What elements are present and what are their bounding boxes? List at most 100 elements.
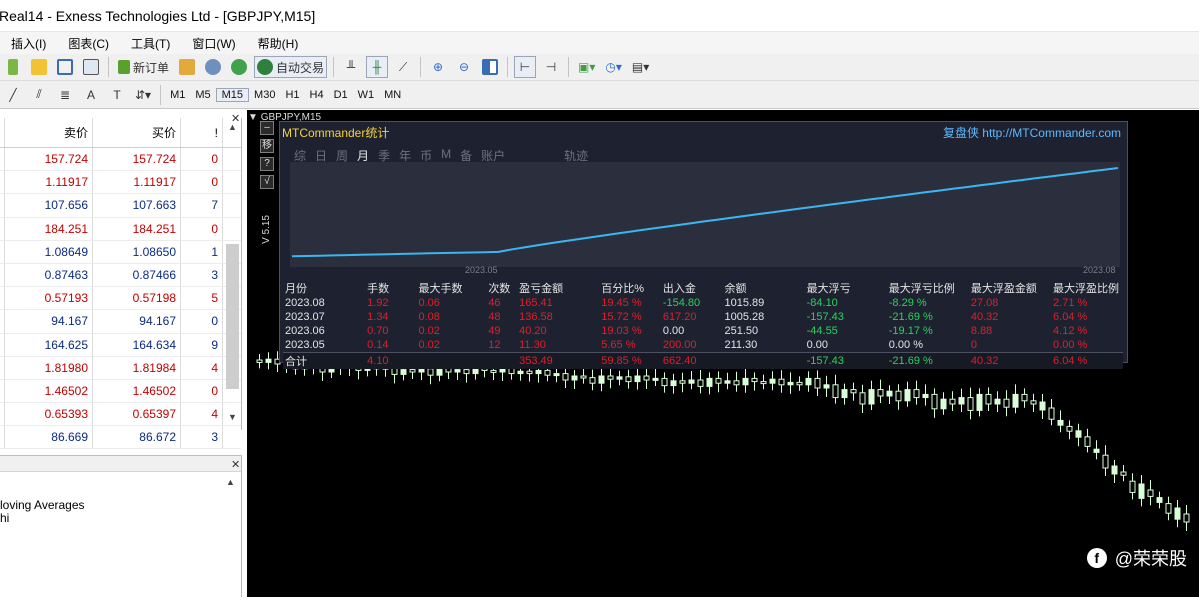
market-watch-row[interactable]: 94.167 94.167 0 — [0, 310, 241, 334]
menu-insert[interactable]: 插入(I) — [0, 35, 57, 52]
mtc-table-row: 2023.07 1.34 0.08 48 136.58 15.72 % 617.20 1005… — [283, 310, 1123, 324]
candle — [571, 370, 578, 389]
autoscroll-button[interactable]: ⊣ — [540, 56, 562, 78]
arrows-button[interactable]: ⇵▾ — [132, 84, 154, 106]
timeframe-d1[interactable]: D1 — [329, 89, 353, 101]
menu-tools[interactable]: 工具(T) — [120, 35, 181, 52]
data-window-button[interactable] — [80, 56, 102, 78]
market-watch-button[interactable] — [54, 56, 76, 78]
mtc-cell: 0.70 — [367, 325, 389, 337]
spread-cell: 5 — [181, 287, 223, 310]
bid-cell: 184.251 — [5, 217, 93, 240]
candle — [256, 354, 263, 369]
mtc-column-header: 次数 — [488, 283, 511, 295]
spread-cell: 7 — [181, 194, 223, 217]
scroll-down-icon[interactable]: ▼ — [226, 412, 239, 422]
navigator-close-icon[interactable]: ✕ — [231, 458, 240, 471]
timeframe-mn[interactable]: MN — [379, 89, 406, 101]
equidistant-channel-button[interactable]: ⫽ — [28, 84, 50, 106]
timeframe-m1[interactable]: M1 — [165, 89, 190, 101]
indicators-button[interactable]: ▣▾ — [575, 56, 598, 78]
market-watch-row[interactable]: 1.08649 1.08650 1 — [0, 240, 241, 264]
timeframe-h4[interactable]: H4 — [305, 89, 329, 101]
timeframe-m15[interactable]: M15 — [215, 87, 250, 102]
candle — [985, 387, 992, 411]
market-watch-row[interactable]: 1.81980 1.81984 4 — [0, 356, 241, 380]
candle — [706, 372, 713, 395]
templates-button[interactable]: ▤▾ — [629, 56, 652, 78]
market-watch-row[interactable]: 184.251 184.251 0 — [0, 217, 241, 241]
candlestick-button[interactable]: ╫ — [366, 56, 389, 78]
line-chart-button[interactable]: ⟋ — [392, 56, 414, 78]
zoom-in-button[interactable]: ⊕ — [427, 56, 449, 78]
timeframe-w1[interactable]: W1 — [353, 89, 380, 101]
tile-windows-button[interactable] — [479, 56, 501, 78]
market-watch-scrollbar[interactable]: ▲ ▼ — [226, 122, 239, 422]
zoom-out-icon: ⊖ — [459, 60, 470, 74]
watermark: f @荣荣股 — [1086, 545, 1187, 571]
ask-column-header[interactable]: 买价 — [93, 118, 181, 147]
signals-button[interactable] — [228, 56, 250, 78]
navigator-header — [0, 456, 241, 472]
mtc-cell: 19.45 % — [601, 297, 642, 309]
auto-trading-button[interactable]: 自动交易 — [254, 56, 328, 78]
menu-window[interactable]: 窗口(W) — [181, 35, 246, 52]
mtc-total-cell: 40.32 — [968, 351, 1052, 369]
metaeditor-button[interactable] — [176, 56, 198, 78]
mtc-equity-plot — [290, 162, 1120, 267]
market-watch-row[interactable]: 1.11917 1.11917 0 — [0, 171, 241, 195]
terminal-button[interactable] — [202, 56, 224, 78]
timeframe-m5[interactable]: M5 — [190, 89, 215, 101]
market-watch-row[interactable]: 0.65393 0.65397 4 — [0, 403, 241, 427]
text-button[interactable]: A — [80, 84, 102, 106]
mtc-column-header: 出入金 — [662, 283, 696, 295]
indicators-icon: ▣▾ — [578, 60, 596, 74]
market-watch-row[interactable]: 0.87463 0.87466 3 — [0, 263, 241, 288]
mtc-help-button[interactable]: ? — [260, 157, 274, 171]
trendline-button[interactable]: ╱ — [2, 84, 24, 106]
periods-button[interactable]: ◷▾ — [602, 56, 625, 78]
menu-help[interactable]: 帮助(H) — [247, 35, 310, 52]
mtc-table-header: 月份 手数 最大手数 次数 盈亏金额 百分比% 出入金 余额 最大浮亏 最大浮亏比例 最大浮盈金额 最… — [283, 280, 1123, 296]
market-watch-row[interactable]: 1.46502 1.46502 0 — [0, 379, 241, 404]
mtc-cell: 0.00 — [662, 325, 685, 337]
text-label-button[interactable]: T — [106, 84, 128, 106]
mtc-brand-link[interactable]: 复盘侠 http://MTCommander.com — [943, 124, 1121, 141]
market-watch-row[interactable]: 107.656 107.663 7 — [0, 194, 241, 218]
navigator-scroll-up-icon[interactable]: ▲ — [226, 477, 235, 487]
spread-cell: 1 — [181, 240, 223, 263]
market-watch-row[interactable]: 164.625 164.634 9 — [0, 333, 241, 357]
zoom-out-button[interactable]: ⊖ — [453, 56, 475, 78]
mtc-total-cell: -157.43 — [804, 351, 887, 369]
timeframe-h1[interactable]: H1 — [280, 89, 304, 101]
x-axis-label-start: 2023.05 — [465, 265, 498, 275]
mtc-total-cell: 59.85 % — [599, 351, 661, 369]
chart-shift-button[interactable]: ⊢ — [514, 56, 537, 78]
scroll-thumb[interactable] — [226, 244, 239, 389]
scroll-up-icon[interactable]: ▲ — [226, 122, 239, 132]
chart-shift-icon: ⊢ — [519, 60, 531, 74]
menu-charts[interactable]: 图表(C) — [57, 35, 120, 52]
window-title: Real14 - Exness Technologies Ltd - [GBPJ… — [0, 7, 316, 24]
bar-chart-button[interactable]: ╨ — [340, 56, 362, 78]
mtc-move-button[interactable]: 移 — [260, 139, 274, 153]
market-watch-row[interactable]: 86.669 86.672 3 — [0, 426, 241, 450]
bid-column-header[interactable]: 卖价 — [5, 118, 93, 147]
mtc-table-row: 2023.08 1.92 0.06 46 165.41 19.45 % -154.80 101… — [283, 296, 1123, 310]
timeframe-m30[interactable]: M30 — [249, 89, 280, 101]
candle — [616, 370, 623, 386]
spread-cell: 3 — [181, 426, 223, 449]
mtc-check-button[interactable]: √ — [260, 175, 274, 189]
market-watch-row[interactable]: 0.57193 0.57198 5 — [0, 287, 241, 311]
mtc-minimize-button[interactable]: – — [260, 121, 274, 135]
candle — [1057, 410, 1064, 433]
new-chart-button[interactable] — [2, 56, 24, 78]
profiles-button[interactable] — [28, 56, 50, 78]
candle — [688, 371, 695, 390]
mtc-total-cell — [416, 351, 487, 369]
fibonacci-button[interactable]: ≣ — [54, 84, 76, 106]
spread-column-header[interactable]: ! — [181, 118, 223, 147]
market-watch-row[interactable]: 157.724 157.724 0 — [0, 148, 241, 172]
ask-cell: 107.663 — [93, 194, 181, 217]
new-order-button[interactable]: 新订单 — [115, 56, 172, 78]
